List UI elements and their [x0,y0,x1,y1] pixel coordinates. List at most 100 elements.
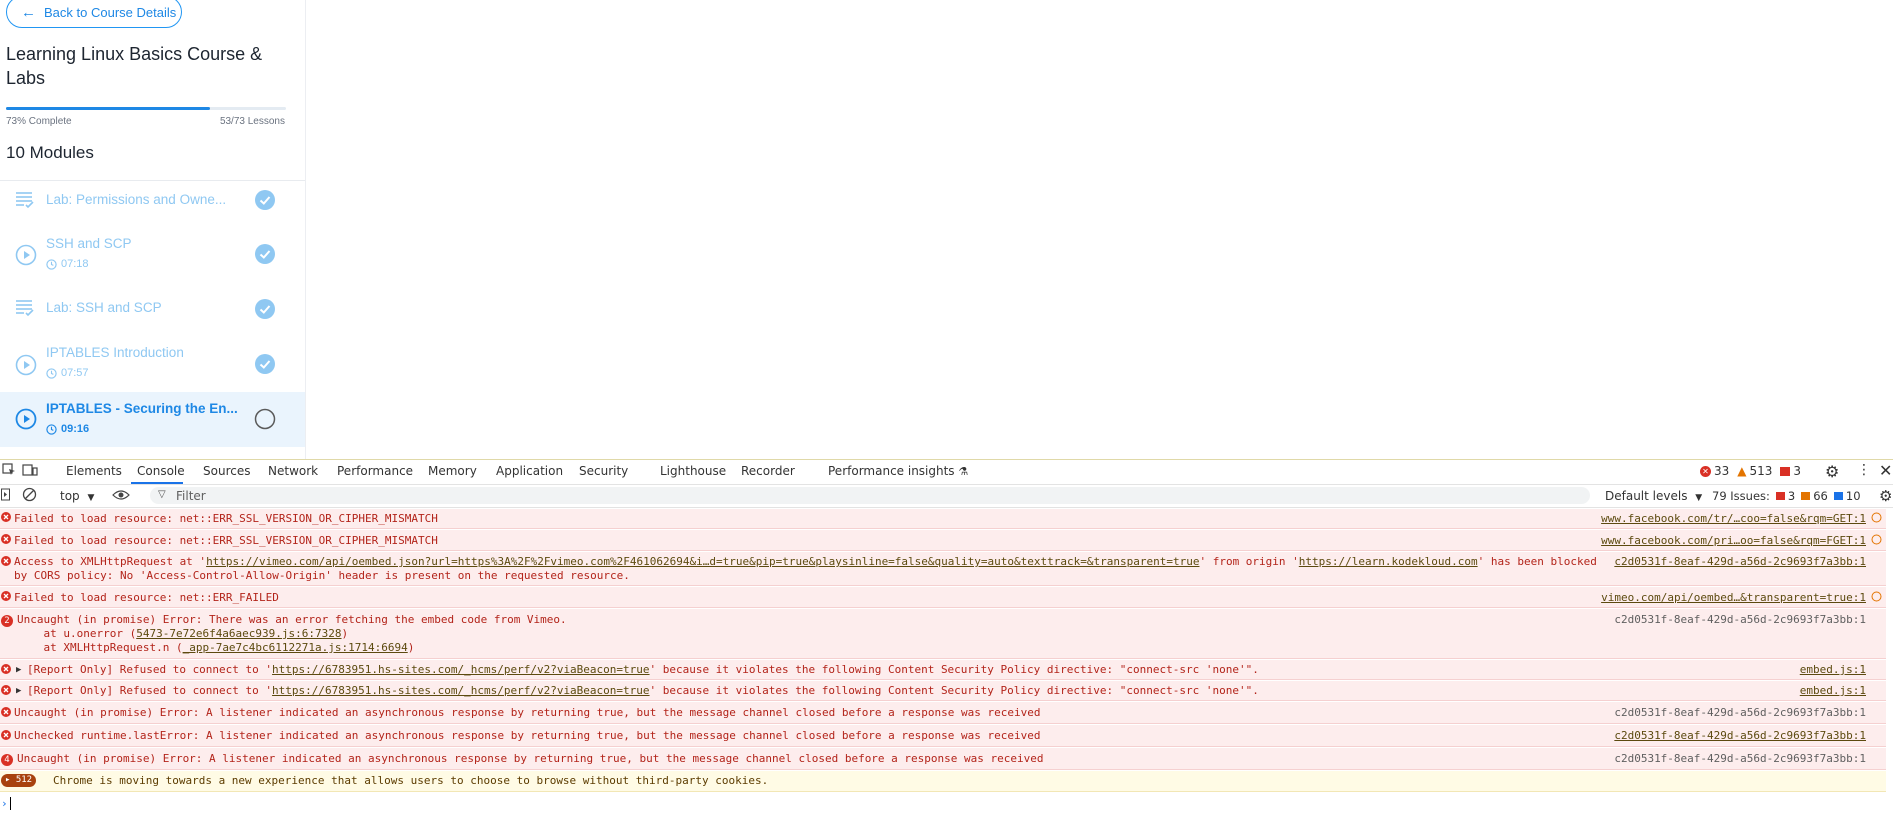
message-text-line2: by CORS policy: No 'Access-Control-Allow… [14,569,630,582]
lessons-count-label: 53/73 Lessons [219,116,285,127]
text-segment: ) [341,627,349,640]
expand-arrow-icon[interactable]: ▶ [16,684,21,698]
issues-button[interactable]: 79 Issues: 3 66 10 [1712,489,1861,503]
tab-application[interactable]: Application [496,464,563,478]
group-count-badge: ▸ 512 [1,774,37,787]
text-segment: ' because it violates the following Cont… [649,663,1259,676]
console-messages: Failed to load resource: net::ERR_SSL_VE… [0,508,1893,823]
text-segment: [Report Only] Refused to connect to ' [27,684,273,697]
device-toolbar-icon[interactable] [22,463,38,480]
message-text: Access to XMLHttpRequest at 'https://vim… [14,555,1597,569]
tab-network[interactable]: Network [268,464,318,478]
origin-link[interactable]: https://learn.kodekloud.com [1299,555,1478,568]
lesson-item[interactable]: Lab: SSH and SCP [0,290,305,328]
lesson-item[interactable]: SSH and SCP 07:18 [0,226,305,281]
arrow-left-icon: ← [21,3,36,21]
stack-link[interactable]: _app-7ae7c4bc6112271a.js:1714:6694 [183,641,408,654]
message-text: Uncaught (in promise) Error: A listener … [17,752,1044,765]
close-icon[interactable]: ✕ [1879,461,1892,480]
source-link[interactable]: vimeo.com/api/oembed…&transparent=true:1 [1601,591,1866,605]
tab-performance-insights[interactable]: Performance insights ⚗ [828,464,968,478]
progress-percent-label: 73% Complete [6,116,72,127]
message-text: Uncaught (in promise) Error: A listener … [14,706,1041,719]
error-icon [1,707,11,721]
sidebar-toggle-icon[interactable] [1,488,11,505]
tab-security[interactable]: Security [579,464,628,478]
lesson-item-active[interactable]: IPTABLES - Securing the En... 09:16 [0,392,305,447]
more-options-icon[interactable]: ⋮ [1857,462,1871,478]
tab-recorder[interactable]: Recorder [741,464,795,478]
source-link[interactable]: c2d0531f-8eaf-429d-a56d-2c9693f7a3bb:1 [1614,555,1866,569]
course-sidebar: ← Back to Course Details Learning Linux … [0,0,306,459]
issue-info-icon [1833,492,1843,500]
console-counters[interactable]: ✕ 33 ▲ 513 3 [1700,464,1801,478]
lesson-item[interactable]: Lab: Permissions and Owne... [0,181,305,219]
clock-icon [46,423,57,435]
tab-console[interactable]: Console [137,464,185,478]
error-icon [1,664,11,678]
stack-link[interactable]: 5473-7e72e6f4a6aec939.js:6:7328 [136,627,341,640]
source-label[interactable]: c2d0531f-8eaf-429d-a56d-2c9693f7a3bb:1 [1614,706,1866,720]
network-request-icon[interactable] [1871,591,1882,606]
lesson-title: Lab: SSH and SCP [46,300,162,315]
lesson-item[interactable]: IPTABLES Introduction 07:57 [0,337,305,391]
warning-icon: ▲ [1737,464,1747,478]
context-selector[interactable]: top ▼ [60,489,94,503]
expand-arrow-icon[interactable]: ▶ [16,663,21,677]
active-tab-indicator [131,482,183,484]
lesson-title: IPTABLES - Securing the En... [46,401,238,416]
tab-elements[interactable]: Elements [66,464,122,478]
course-title: Learning Linux Basics Course & Labs [6,44,263,88]
message-text: [Report Only] Refused to connect to 'htt… [27,684,1259,698]
stack-frame: at XMLHttpRequest.n (_app-7ae7c4bc611227… [17,641,414,655]
url-link[interactable]: https://6783951.hs-sites.com/_hcms/perf/… [272,684,650,697]
empty-circle-icon [254,408,276,435]
tab-lighthouse[interactable]: Lighthouse [660,464,726,478]
tab-sources[interactable]: Sources [203,464,250,478]
network-request-icon[interactable] [1871,534,1882,549]
console-prompt[interactable]: › [0,793,1886,815]
inspect-element-icon[interactable] [2,463,16,480]
dropdown-arrow-icon: ▼ [1695,493,1703,503]
log-levels-dropdown[interactable]: Default levels ▼ [1605,489,1702,503]
console-settings-gear-icon[interactable]: ⚙ [1879,487,1892,505]
console-issue-group-row[interactable]: ▸ 512 Chrome is moving towards a new exp… [0,771,1886,792]
source-label[interactable]: c2d0531f-8eaf-429d-a56d-2c9693f7a3bb:1 [1614,613,1866,627]
error-icon [1,534,11,548]
back-to-course-button[interactable]: ← Back to Course Details [6,0,182,28]
request-url-link[interactable]: https://vimeo.com/api/oembed.json?url=ht… [206,555,1199,568]
source-link[interactable]: embed.js:1 [1800,684,1866,698]
lesson-time: 09:16 [61,423,90,435]
gear-icon[interactable]: ⚙ [1825,462,1839,481]
lesson-time: 07:18 [61,258,89,270]
url-link[interactable]: https://6783951.hs-sites.com/_hcms/perf/… [272,663,650,676]
source-link[interactable]: www.facebook.com/pri…oo=false&rqm=FGET:1 [1601,534,1866,548]
progress-bar [6,107,286,110]
issue-warning-icon [1801,492,1811,500]
filter-input[interactable]: ▽ Filter [150,487,1590,504]
lesson-duration: 07:18 [46,258,89,270]
lesson-title: Lab: Permissions and Owne... [46,192,227,207]
tab-memory[interactable]: Memory [428,464,477,478]
clear-console-icon[interactable] [22,487,37,505]
issue-error-icon [1775,492,1785,500]
clock-icon [46,258,57,270]
source-label[interactable]: c2d0531f-8eaf-429d-a56d-2c9693f7a3bb:1 [1614,752,1866,766]
lesson-duration: 07:57 [46,367,89,379]
issues-warnings-count: 66 [1813,489,1828,503]
source-link[interactable]: www.facebook.com/tr/…coo=false&rqm=GET:1 [1601,512,1866,526]
clock-icon [46,367,57,379]
source-link[interactable]: c2d0531f-8eaf-429d-a56d-2c9693f7a3bb:1 [1614,729,1866,743]
error-icon [1,556,11,570]
console-error-row: ▶ [Report Only] Refused to connect to 'h… [0,681,1886,701]
source-link[interactable]: embed.js:1 [1800,663,1866,677]
console-error-row: 4 Uncaught (in promise) Error: A listene… [0,748,1886,770]
filter-placeholder: Filter [176,489,206,503]
eye-icon[interactable] [112,488,130,505]
text-segment: ' has been blocked [1477,555,1597,568]
network-request-icon[interactable] [1871,512,1882,527]
console-error-row: Failed to load resource: net::ERR_SSL_VE… [0,530,1886,551]
issues-errors-count: 3 [1787,489,1796,503]
warnings-count: 513 [1749,464,1773,478]
tab-performance[interactable]: Performance [337,464,413,478]
